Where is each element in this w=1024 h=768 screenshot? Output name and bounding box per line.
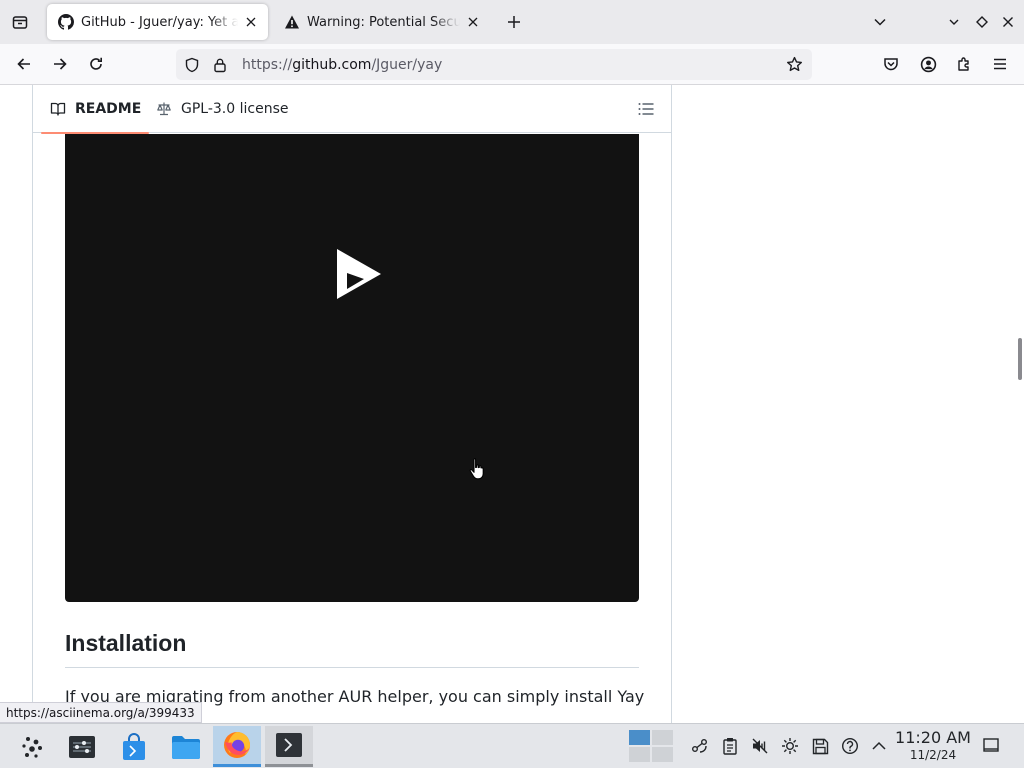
system-settings-icon[interactable] [58, 726, 106, 767]
tab-github-yay[interactable]: GitHub - Jguer/yay: Yet another Yogurt -… [47, 4, 268, 40]
kde-connect-icon[interactable] [690, 736, 710, 756]
page-scrollbar-thumb[interactable] [1018, 338, 1022, 380]
law-icon [155, 100, 173, 118]
readme-tabs-header: README GPL-3.0 license [33, 85, 671, 134]
link-status-url: https://asciinema.org/a/399433 [0, 702, 202, 723]
tab-title: Warning: Potential Security Risk Ahead [307, 14, 460, 30]
close-window-icon[interactable] [994, 8, 1022, 36]
desktop-3[interactable] [629, 747, 650, 762]
url-host: github.com [292, 56, 372, 73]
clipboard-icon[interactable] [720, 736, 740, 756]
outline-list-icon[interactable] [635, 99, 657, 119]
tab-strip: GitHub - Jguer/yay: Yet another Yogurt -… [0, 0, 1024, 44]
clock-time: 11:20 AM [895, 728, 971, 747]
close-tab-icon[interactable] [242, 13, 260, 31]
help-icon[interactable] [840, 736, 860, 756]
desktop-4[interactable] [652, 747, 673, 762]
chevron-up-icon[interactable] [869, 736, 889, 756]
firefox-view-icon[interactable] [6, 8, 34, 36]
lock-icon[interactable] [208, 53, 232, 77]
account-icon[interactable] [913, 50, 943, 78]
application-launcher-icon[interactable] [8, 726, 56, 767]
tab-license[interactable]: GPL-3.0 license [155, 85, 288, 133]
bookmark-star-icon[interactable] [782, 53, 806, 77]
maximize-window-icon[interactable] [968, 8, 996, 36]
hand-cursor-icon [469, 458, 484, 480]
firefox-icon[interactable] [213, 726, 261, 767]
close-tab-icon[interactable] [464, 13, 482, 31]
url-path: /Jguer/yay [371, 56, 443, 73]
virtual-desktop-pager[interactable] [628, 729, 674, 763]
readme-container: README GPL-3.0 license Installation If y… [32, 85, 672, 723]
extensions-puzzle-icon[interactable] [949, 50, 979, 78]
chevron-down-icon[interactable] [940, 8, 968, 36]
new-tab-icon[interactable] [500, 8, 528, 36]
navigation-toolbar: https://github.com/Jguer/yay [0, 44, 1024, 85]
desktop-1[interactable] [629, 730, 650, 745]
digital-clock[interactable]: 11:20 AM 11/2/24 [892, 728, 974, 762]
hamburger-menu-icon[interactable] [985, 50, 1015, 78]
asciinema-video-player[interactable] [65, 134, 639, 602]
tab-title: GitHub - Jguer/yay: Yet another Yogurt -… [81, 14, 238, 30]
tab-license-label: GPL-3.0 license [181, 101, 289, 117]
pocket-icon[interactable] [876, 50, 906, 78]
warning-icon [283, 13, 301, 31]
file-manager-icon[interactable] [162, 726, 210, 767]
book-icon [49, 100, 67, 118]
tab-readme[interactable]: README [40, 85, 150, 134]
desktop-2[interactable] [652, 730, 673, 745]
github-icon [57, 13, 75, 31]
tab-readme-label: README [75, 101, 142, 117]
page-content: README GPL-3.0 license Installation If y… [0, 85, 1024, 723]
disk-save-icon[interactable] [810, 736, 830, 756]
reload-icon[interactable] [81, 50, 111, 78]
forward-arrow-icon[interactable] [45, 50, 75, 78]
show-desktop-icon[interactable] [982, 736, 1002, 756]
asciinema-play-icon[interactable] [335, 247, 383, 303]
taskbar: 11:20 AM 11/2/24 [0, 723, 1024, 768]
clock-date: 11/2/24 [909, 748, 957, 762]
list-all-tabs-icon[interactable] [866, 8, 894, 36]
terminal-icon[interactable] [265, 726, 313, 767]
installation-heading: Installation [65, 630, 639, 668]
volume-muted-icon[interactable] [750, 736, 770, 756]
back-arrow-icon[interactable] [9, 50, 39, 78]
brightness-icon[interactable] [780, 736, 800, 756]
url-text[interactable]: https://github.com/Jguer/yay [242, 57, 442, 73]
tracking-protection-shield-icon[interactable] [180, 53, 204, 77]
url-bar[interactable]: https://github.com/Jguer/yay [176, 49, 812, 80]
url-scheme: https:// [242, 56, 293, 73]
tab-security-warning[interactable]: Warning: Potential Security Risk Ahead [273, 4, 490, 40]
discover-store-icon[interactable] [110, 726, 158, 767]
